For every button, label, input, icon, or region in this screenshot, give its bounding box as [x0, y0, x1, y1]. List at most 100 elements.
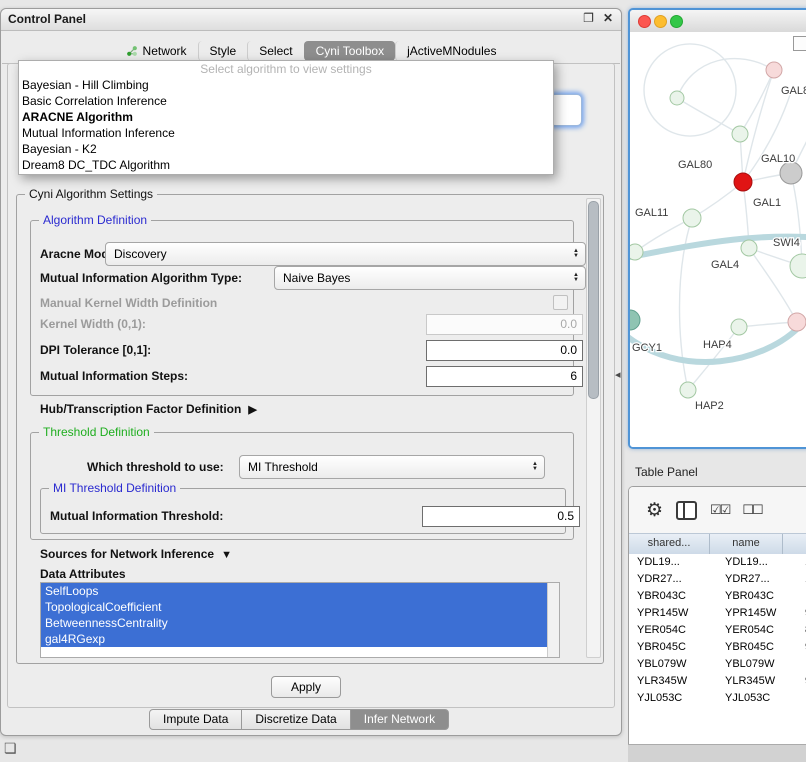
- table-cell: 13: [797, 554, 806, 571]
- expand-down-icon[interactable]: ▼: [221, 549, 232, 561]
- attributes-scrollbar[interactable]: [547, 583, 559, 657]
- settings-scrollbar-thumb[interactable]: [588, 201, 599, 399]
- tab-label: Cyni Toolbox: [316, 44, 384, 58]
- network-node[interactable]: [630, 244, 643, 260]
- network-node[interactable]: [670, 91, 684, 105]
- table-row[interactable]: YBL079WYBL079W: [629, 656, 806, 673]
- table-cell: YBR043C: [629, 588, 717, 605]
- network-node[interactable]: [683, 209, 701, 227]
- network-node[interactable]: [788, 313, 806, 331]
- network-node[interactable]: [680, 382, 696, 398]
- expand-right-icon[interactable]: ▶: [248, 404, 256, 416]
- network-canvas[interactable]: GAL80GAL10GAL11GAL1SWI4GAL4GCY1HAP4HAP2G…: [630, 32, 806, 447]
- network-node[interactable]: [741, 240, 757, 256]
- algorithm-option-dream8-dc-tdc-algorithm[interactable]: Dream8 DC_TDC Algorithm: [19, 157, 553, 173]
- column-header-name[interactable]: name: [710, 534, 783, 555]
- algorithm-option-aracne-algorithm[interactable]: ARACNE Algorithm: [19, 109, 553, 125]
- data-attribute-item[interactable]: SelfLoops: [41, 583, 548, 599]
- node-label: GAL10: [761, 153, 795, 165]
- algorithm-option-bayesian-k2[interactable]: Bayesian - K2: [19, 141, 553, 157]
- tab-cyni-toolbox[interactable]: Cyni Toolbox: [304, 41, 395, 61]
- algorithm-option-basic-correlation-inference[interactable]: Basic Correlation Inference: [19, 93, 553, 109]
- network-graph[interactable]: GAL80GAL10GAL11GAL1SWI4GAL4GCY1HAP4HAP2G…: [630, 32, 806, 445]
- which-threshold-label: Which threshold to use:: [87, 460, 224, 474]
- which-threshold-select[interactable]: MI Threshold ▲▼: [239, 455, 545, 479]
- dpi-tolerance-input[interactable]: 0.0: [426, 340, 583, 361]
- column-header-cut[interactable]: [783, 534, 806, 555]
- hub-section-toggle[interactable]: Hub/Transcription Factor Definition ▶: [40, 402, 257, 416]
- mi-threshold-input[interactable]: 0.5: [422, 506, 580, 527]
- network-node[interactable]: [731, 319, 747, 335]
- splitter-collapse-icon[interactable]: ◂: [615, 368, 621, 381]
- algorithm-option-mutual-information-inference[interactable]: Mutual Information Inference: [19, 125, 553, 141]
- table-row[interactable]: YBR045CYBR045C9.: [629, 639, 806, 656]
- table-row[interactable]: YER054CYER054C8.: [629, 622, 806, 639]
- network-node[interactable]: [630, 310, 640, 330]
- table-panel-window: ⚙ ☑☑ ☐☐ shared...name YDL19...YDL19...13…: [628, 486, 806, 746]
- gear-icon[interactable]: ⚙: [646, 499, 663, 522]
- table-row[interactable]: YDR27...YDR27...12: [629, 571, 806, 588]
- data-attribute-item[interactable]: TopologicalCoefficient: [41, 599, 548, 615]
- table-row[interactable]: YLR345WYLR345W9.: [629, 673, 806, 690]
- algorithm-definition-title: Algorithm Definition: [39, 213, 151, 227]
- close-traffic-light-icon[interactable]: [638, 15, 651, 28]
- table-row[interactable]: YDL19...YDL19...13: [629, 554, 806, 571]
- hub-section-label: Hub/Transcription Factor Definition: [40, 402, 241, 416]
- aracne-mode-select[interactable]: Discovery ▲▼: [105, 242, 586, 266]
- data-attribute-item[interactable]: gal4RGexp: [41, 631, 548, 647]
- zoom-traffic-light-icon[interactable]: [670, 15, 683, 28]
- network-edge: [644, 44, 736, 136]
- sources-section-toggle[interactable]: Sources for Network Inference▼: [40, 547, 232, 561]
- minimized-window-icon[interactable]: ❏: [4, 740, 17, 757]
- mi-type-select[interactable]: Naive Bayes ▲▼: [274, 266, 586, 290]
- manual-kernel-checkbox[interactable]: [553, 295, 568, 310]
- tab-discretize-data[interactable]: Discretize Data: [241, 709, 350, 730]
- data-attributes-list[interactable]: SelfLoopsTopologicalCoefficientBetweenne…: [40, 582, 560, 658]
- data-attribute-item[interactable]: BetweennessCentrality: [41, 615, 548, 631]
- table-cell: YER054C: [717, 622, 797, 639]
- dpi-tolerance-label: DPI Tolerance [0,1]:: [40, 343, 151, 357]
- settings-scrollbar[interactable]: [586, 198, 601, 658]
- mi-type-value: Naive Bayes: [283, 271, 573, 285]
- table-cell: YBR045C: [717, 639, 797, 656]
- network-window-titlebar[interactable]: [630, 10, 806, 33]
- mi-steps-input[interactable]: 6: [426, 366, 583, 387]
- tab-select[interactable]: Select: [247, 41, 303, 61]
- mi-type-label: Mutual Information Algorithm Type:: [40, 271, 242, 285]
- table-cell: 8.: [797, 622, 806, 639]
- table-cell: YPR145W: [717, 605, 797, 622]
- network-edge: [677, 59, 774, 98]
- network-node[interactable]: [780, 162, 802, 184]
- tab-network[interactable]: Network: [115, 41, 198, 61]
- network-node[interactable]: [766, 62, 782, 78]
- table-row[interactable]: YPR145WYPR145W9.: [629, 605, 806, 622]
- apply-button[interactable]: Apply: [271, 676, 341, 698]
- network-edge: [743, 70, 774, 182]
- tab-style[interactable]: Style: [198, 41, 248, 61]
- algorithm-option-bayesian-hill-climbing[interactable]: Bayesian - Hill Climbing: [19, 77, 553, 93]
- deselect-all-icon[interactable]: ☐☐: [742, 502, 761, 518]
- minimize-traffic-light-icon[interactable]: [654, 15, 667, 28]
- network-node[interactable]: [732, 126, 748, 142]
- network-node[interactable]: [790, 254, 806, 278]
- table-cell: YBR045C: [629, 639, 717, 656]
- column-header-shared[interactable]: shared...: [629, 534, 710, 555]
- table-cell: YDL19...: [629, 554, 717, 571]
- table-row[interactable]: YBR043CYBR043C: [629, 588, 806, 605]
- tab-label: Network: [143, 44, 187, 58]
- network-node[interactable]: [734, 173, 752, 191]
- kernel-width-input[interactable]: 0.0: [426, 314, 583, 335]
- control-panel-titlebar[interactable]: Control Panel ❐ ✕: [1, 9, 621, 31]
- table-cell: YDL19...: [717, 554, 797, 571]
- tab-impute-data[interactable]: Impute Data: [149, 709, 242, 730]
- network-icon: [126, 45, 138, 57]
- algorithm-combobox-partial[interactable]: [550, 94, 582, 126]
- tab-infer-network[interactable]: Infer Network: [350, 709, 449, 730]
- table-cell: [797, 690, 806, 707]
- column-selector-icon[interactable]: [676, 501, 697, 520]
- float-window-icon[interactable]: ❐: [583, 11, 594, 25]
- tab-jactivemnodules[interactable]: jActiveMNodules: [395, 41, 507, 61]
- table-row[interactable]: YJL053CYJL053C: [629, 690, 806, 707]
- close-icon[interactable]: ✕: [603, 11, 613, 25]
- select-all-icon[interactable]: ☑☑: [710, 502, 729, 518]
